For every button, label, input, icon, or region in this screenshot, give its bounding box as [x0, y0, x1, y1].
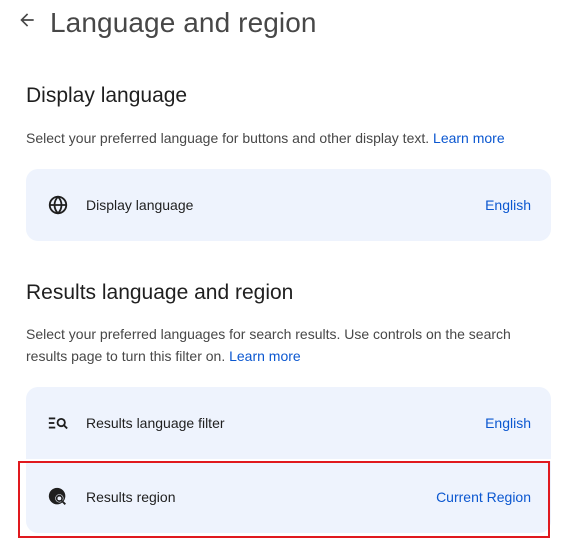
display-language-card: Display language English [26, 169, 551, 241]
arrow-left-icon [20, 13, 34, 27]
results-region-value: Current Region [436, 489, 531, 505]
results-section-title: Results language and region [26, 281, 294, 304]
display-language-row[interactable]: Display language English [26, 169, 551, 241]
results-language-filter-value: English [485, 415, 531, 431]
back-button[interactable] [16, 9, 38, 31]
results-description: Select your preferred languages for sear… [26, 323, 526, 367]
display-language-description-text: Select your preferred language for butto… [26, 130, 430, 146]
results-learn-more-link[interactable]: Learn more [229, 348, 301, 364]
display-language-label: Display language [86, 197, 194, 213]
page-header: Language and region [16, 4, 317, 42]
page-title: Language and region [50, 7, 317, 38]
display-language-learn-more-link[interactable]: Learn more [433, 130, 505, 146]
display-language-section-title: Display language [26, 84, 188, 107]
results-card: Results language filter English Results … [26, 387, 551, 533]
display-language-description: Select your preferred language for butto… [26, 127, 526, 149]
results-language-filter-row[interactable]: Results language filter English [26, 387, 551, 459]
results-language-filter-label: Results language filter [86, 415, 225, 431]
globe-search-icon [46, 485, 70, 509]
display-language-value: English [485, 197, 531, 213]
globe-icon [46, 193, 70, 217]
results-region-label: Results region [86, 489, 176, 505]
filter-search-icon [46, 411, 70, 435]
results-region-row[interactable]: Results region Current Region [26, 461, 551, 533]
